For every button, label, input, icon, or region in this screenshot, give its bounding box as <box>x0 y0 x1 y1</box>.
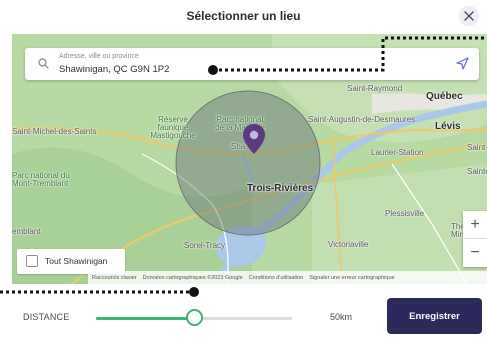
distance-label: DISTANCE <box>23 312 70 322</box>
distance-value: 50km <box>330 312 353 322</box>
location-dialog: Sélectionner un lieu Saint-Raymond Québe… <box>0 0 487 349</box>
distance-slider-thumb[interactable] <box>185 309 203 326</box>
save-button[interactable]: Enregistrer <box>387 298 482 334</box>
distance-controls: DISTANCE 50km Enregistrer <box>0 296 487 340</box>
distance-slider-fill <box>96 317 194 320</box>
